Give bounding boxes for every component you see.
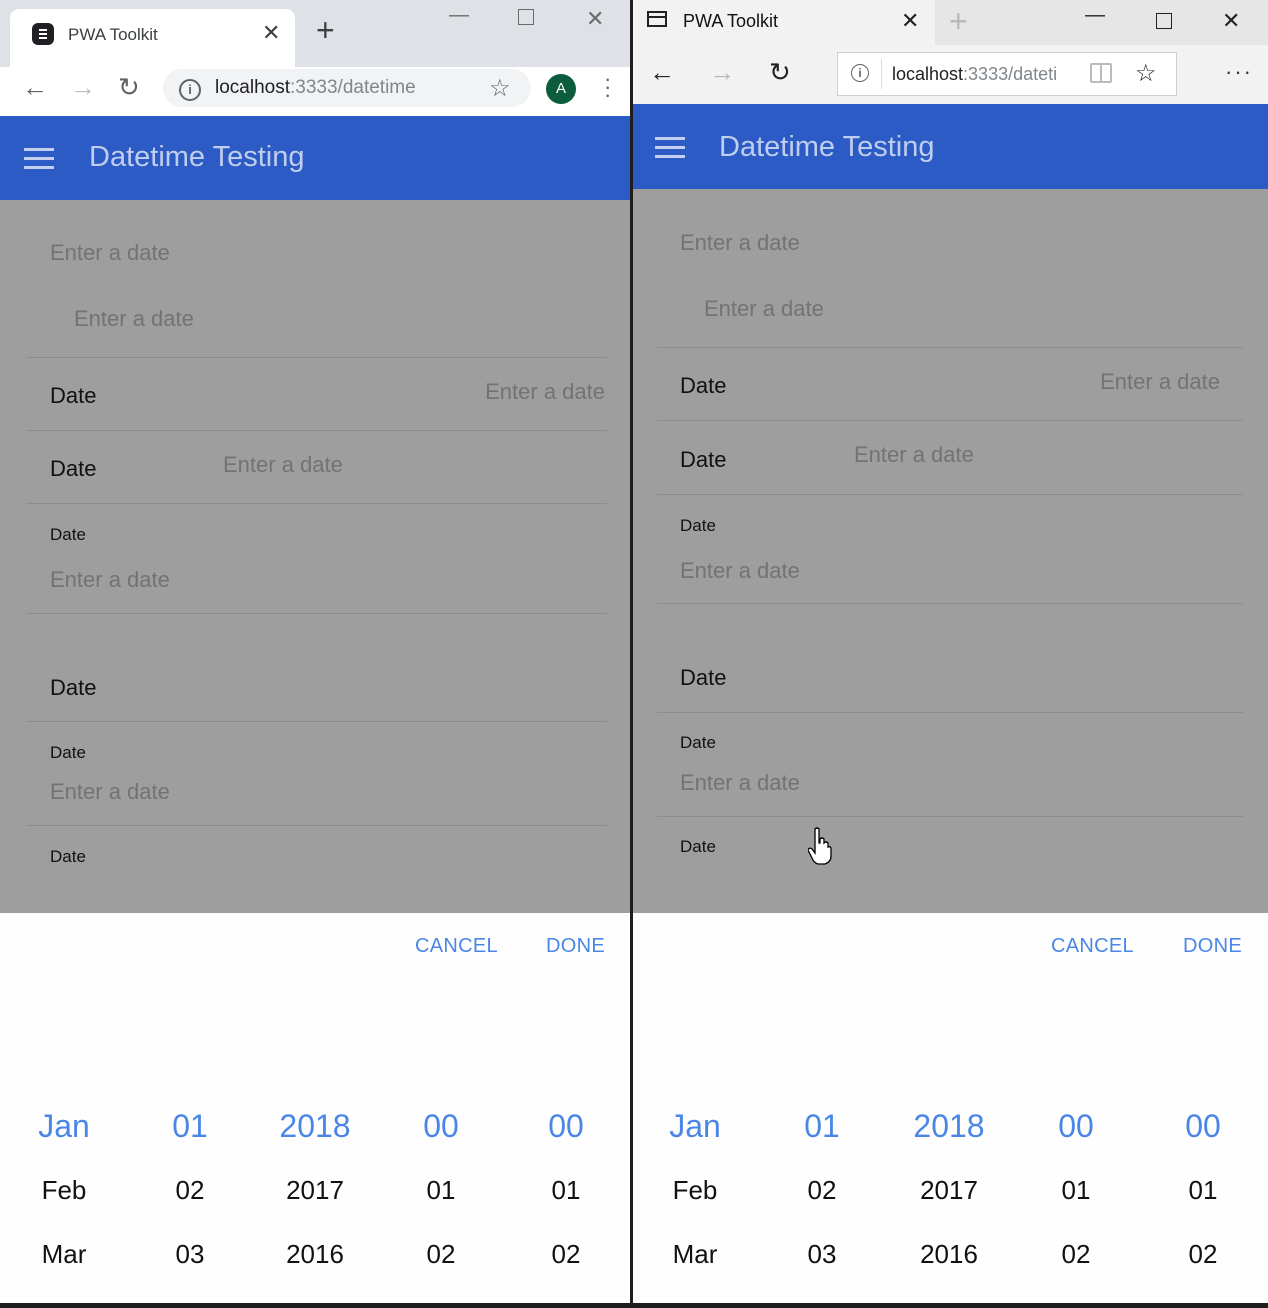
url-text: localhost:3333/datetime [215, 77, 416, 98]
list-item: Date Enter a date [657, 494, 1243, 604]
date-input-3[interactable]: Enter a date [1100, 369, 1220, 395]
separator [881, 59, 882, 89]
new-tab-icon[interactable]: + [316, 12, 335, 49]
toolbar: ← → ↻ i localhost:3333/datetime ☆ A · · · [0, 67, 630, 116]
date-input-5[interactable]: Enter a date [680, 558, 800, 584]
toolbar: ← → ↻ i localhost:3333/dateti ☆ ··· [633, 45, 1268, 104]
maximize-icon[interactable] [1156, 13, 1172, 29]
minimize-icon[interactable]: — [1085, 4, 1105, 27]
info-icon[interactable]: i [851, 64, 869, 82]
app-header: Datetime Testing [0, 116, 630, 200]
address-bar[interactable]: i localhost:3333/dateti ☆ [837, 52, 1177, 96]
date-label: Date [680, 373, 727, 398]
list-item: Date [657, 603, 1243, 713]
form-content: Enter a date Enter a date Date Enter a d… [0, 200, 630, 913]
done-button[interactable]: DONE [1183, 935, 1242, 958]
menu-icon[interactable] [24, 148, 54, 170]
list-item: Date Enter a date [26, 357, 607, 431]
date-input-4[interactable]: Enter a date [854, 442, 974, 468]
reload-icon[interactable]: ↻ [118, 72, 140, 103]
list-item: Date Enter a date [657, 712, 1243, 817]
date-label: Date [50, 675, 97, 700]
date-input-2[interactable]: Enter a date [704, 296, 824, 322]
date-input-3[interactable]: Enter a date [485, 379, 605, 405]
form-content: Enter a date Enter a date Date Enter a d… [633, 189, 1268, 913]
back-icon[interactable]: ← [649, 57, 675, 88]
star-icon[interactable]: ☆ [489, 74, 511, 103]
page-title: Datetime Testing [719, 131, 935, 163]
tab-title: PWA Toolkit [68, 25, 158, 44]
address-bar[interactable]: i localhost:3333/datetime ☆ [163, 69, 531, 107]
list-item: Date Enter a date [26, 430, 607, 504]
close-tab-icon[interactable]: ✕ [262, 20, 280, 46]
date-label: Date [680, 837, 716, 856]
tab-title: PWA Toolkit [683, 11, 779, 31]
tab-strip: PWA Toolkit ✕ + — ✕ [0, 0, 630, 67]
date-label: Date [680, 665, 727, 690]
date-input-2[interactable]: Enter a date [74, 306, 194, 332]
close-window-icon[interactable]: ✕ [586, 6, 604, 32]
app-header: Datetime Testing [633, 104, 1268, 189]
datetime-picker: CANCEL DONE Jan Feb Mar 01 02 03 2018 20… [633, 913, 1268, 1303]
browser-tab[interactable]: PWA Toolkit ✕ [10, 9, 295, 67]
close-tab-icon[interactable]: ✕ [901, 8, 919, 34]
date-input-5[interactable]: Enter a date [50, 567, 170, 593]
reload-icon[interactable]: ↻ [769, 57, 791, 88]
date-label: Date [50, 847, 86, 866]
list-item: Date Enter a date [26, 503, 607, 614]
date-label: Date [50, 525, 86, 544]
minimize-icon[interactable]: — [449, 4, 469, 27]
url-text: localhost:3333/dateti [892, 64, 1058, 84]
page-title: Datetime Testing [89, 141, 305, 173]
edge-window: PWA Toolkit ✕ + — ✕ ← → ↻ i localhost:33… [633, 0, 1268, 1303]
list-item: Enter a date [26, 200, 607, 358]
list-item: Enter a date [657, 189, 1243, 348]
menu-icon[interactable] [655, 137, 685, 159]
date-label: Date [680, 447, 727, 472]
new-tab-icon[interactable]: + [949, 3, 968, 40]
more-icon[interactable]: ··· [1225, 59, 1253, 85]
datetime-picker: CANCEL DONE Jan Feb Mar 01 02 03 2018 20… [0, 913, 630, 1303]
date-input-6[interactable]: Enter a date [680, 770, 800, 796]
chrome-window: PWA Toolkit ✕ + — ✕ ← → ↻ i localhost:33… [0, 0, 630, 1303]
date-input-4[interactable]: Enter a date [223, 452, 343, 478]
list-item: Date Enter a date [657, 420, 1243, 495]
list-item: Date Enter a date [26, 721, 607, 826]
star-icon[interactable]: ☆ [1135, 59, 1157, 88]
reader-icon[interactable] [1090, 63, 1112, 83]
date-label: Date [50, 383, 97, 408]
list-item: Date Enter a date [657, 347, 1243, 421]
list-item: Date [26, 613, 607, 722]
tab-page-icon [647, 11, 667, 27]
app-favicon-icon [32, 23, 54, 45]
date-label: Date [680, 733, 716, 752]
cancel-button[interactable]: CANCEL [415, 935, 498, 958]
cancel-button[interactable]: CANCEL [1051, 935, 1134, 958]
date-label: Date [680, 516, 716, 535]
profile-avatar[interactable]: A [546, 74, 576, 104]
date-label: Date [50, 743, 86, 762]
close-window-icon[interactable]: ✕ [1222, 8, 1240, 34]
kebab-icon[interactable]: · · · [604, 68, 611, 106]
hand-cursor-icon [808, 827, 832, 865]
info-icon[interactable]: i [179, 79, 201, 101]
forward-icon[interactable]: → [709, 57, 735, 88]
browser-tab[interactable]: PWA Toolkit ✕ [633, 0, 935, 45]
back-icon[interactable]: ← [22, 72, 48, 103]
date-input-6[interactable]: Enter a date [50, 779, 170, 805]
date-label: Date [50, 456, 97, 481]
forward-icon[interactable]: → [70, 72, 96, 103]
maximize-icon[interactable] [518, 9, 534, 25]
tab-strip: PWA Toolkit ✕ + — ✕ [633, 0, 1268, 45]
done-button[interactable]: DONE [546, 935, 605, 958]
